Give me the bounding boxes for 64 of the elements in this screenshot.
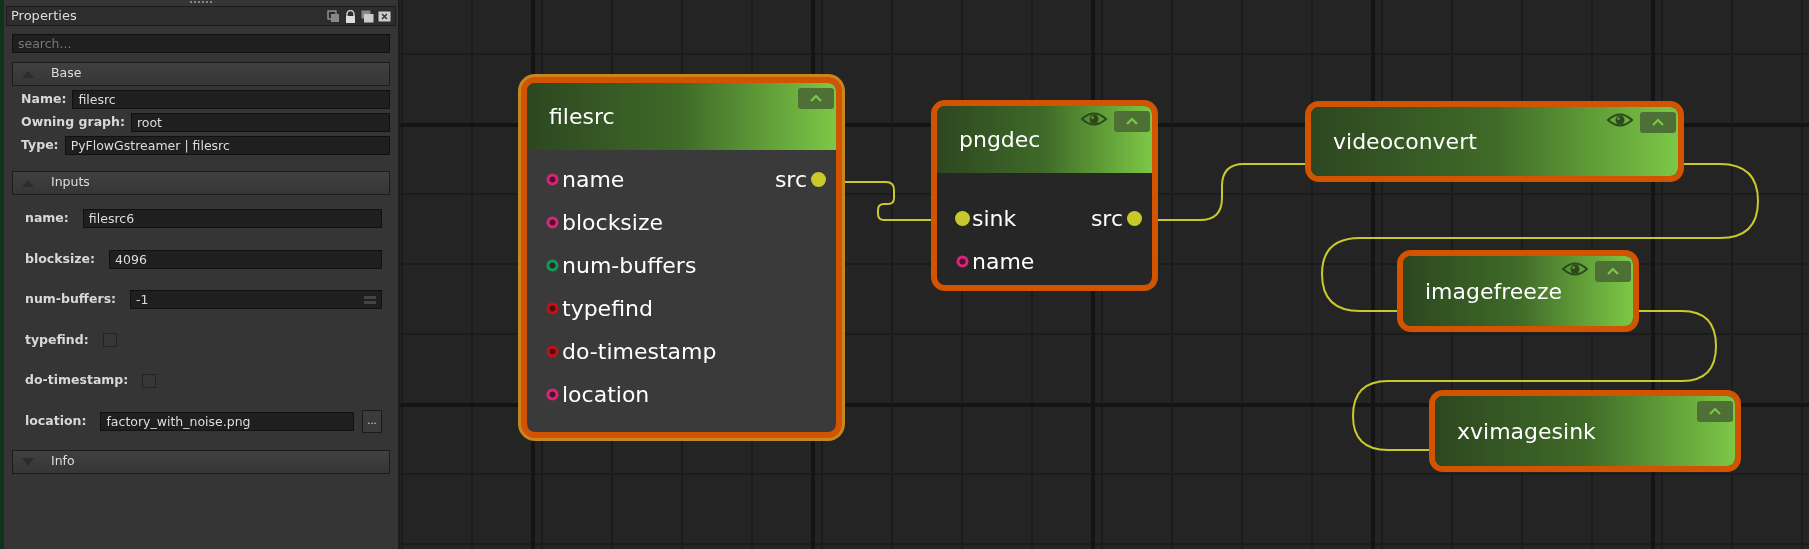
section-header[interactable]: Inputs [12,170,390,195]
eye-icon[interactable] [1561,260,1589,278]
chevron-up-icon [1651,118,1665,127]
pin-label: do-timestamp [562,338,717,366]
pin-label: src [1090,205,1123,233]
text-field[interactable]: 4096 [109,249,382,269]
graph-node[interactable]: imagefreeze [1397,250,1639,332]
graph-node[interactable]: videoconvert [1305,101,1684,182]
chevron-up-icon [1606,267,1620,276]
text-field[interactable]: root [130,112,390,132]
text-field[interactable]: filesrc [72,89,390,109]
section-title: Info [51,452,75,471]
close-icon[interactable] [378,9,391,23]
chevron-up-icon [1125,117,1139,126]
field-label: blocksize: [25,249,96,268]
undock-icon[interactable] [327,9,340,23]
collapse-button[interactable] [1114,111,1150,132]
pin-label: blocksize [562,209,664,237]
section-title: Inputs [51,173,90,192]
panel-title: Properties [11,7,77,26]
browse-button[interactable]: ... [362,409,382,433]
eye-icon[interactable] [1080,110,1108,128]
lock-icon[interactable] [344,9,357,23]
pin-label: name [562,166,625,194]
field-label: name: [25,209,69,228]
node-title: xvimagesink [1457,417,1596,446]
collapse-button[interactable] [798,88,834,109]
spin-arrows-icon[interactable] [364,293,376,306]
pin-label: src [774,166,807,194]
eye-icon[interactable] [1606,111,1634,129]
collapse-button[interactable] [1595,261,1631,282]
pin-label: sink [972,205,1017,233]
field-label: do-timestamp: [25,371,129,390]
section-title: Base [51,64,82,83]
collapse-button[interactable] [1697,401,1733,422]
field-label: location: [25,411,87,430]
number-field[interactable]: -1 [130,290,382,310]
graph-node[interactable]: xvimagesink [1429,390,1741,472]
node-title: filesrc [549,103,615,131]
search-field[interactable]: search... [12,34,390,53]
field-label: typefind: [25,330,89,349]
graph-node[interactable]: filesrc name src blocksize num-buffers typefind do-timestamp location [521,77,842,438]
chevron-up-icon [1708,407,1722,416]
collapse-button[interactable] [1640,112,1676,133]
chevron-up-icon [809,94,823,103]
pin-label: num-buffers [562,252,697,280]
grip-icon [190,0,212,4]
graph-node[interactable]: pngdec sink src name [931,100,1158,291]
text-field[interactable]: filesrc6 [82,209,382,229]
file-path-field[interactable]: factory_with_noise.png [100,411,354,431]
field-label: Owning graph: [21,112,125,131]
section-header[interactable]: Info [12,449,390,474]
field-label: Type: [21,135,59,154]
section-header[interactable]: Base [12,61,390,86]
maximize-icon[interactable] [361,9,374,23]
text-field[interactable]: PyFlowGstreamer | filesrc [64,135,390,155]
pin-label: typefind [562,295,653,323]
node-title: pngdec [959,126,1041,154]
pin-label: location [562,381,650,409]
field-label: num-buffers: [25,290,117,309]
node-title: videoconvert [1333,128,1477,156]
node-title: imagefreeze [1425,277,1562,306]
field-label: Name: [21,89,67,108]
pin-label: name [972,248,1035,276]
